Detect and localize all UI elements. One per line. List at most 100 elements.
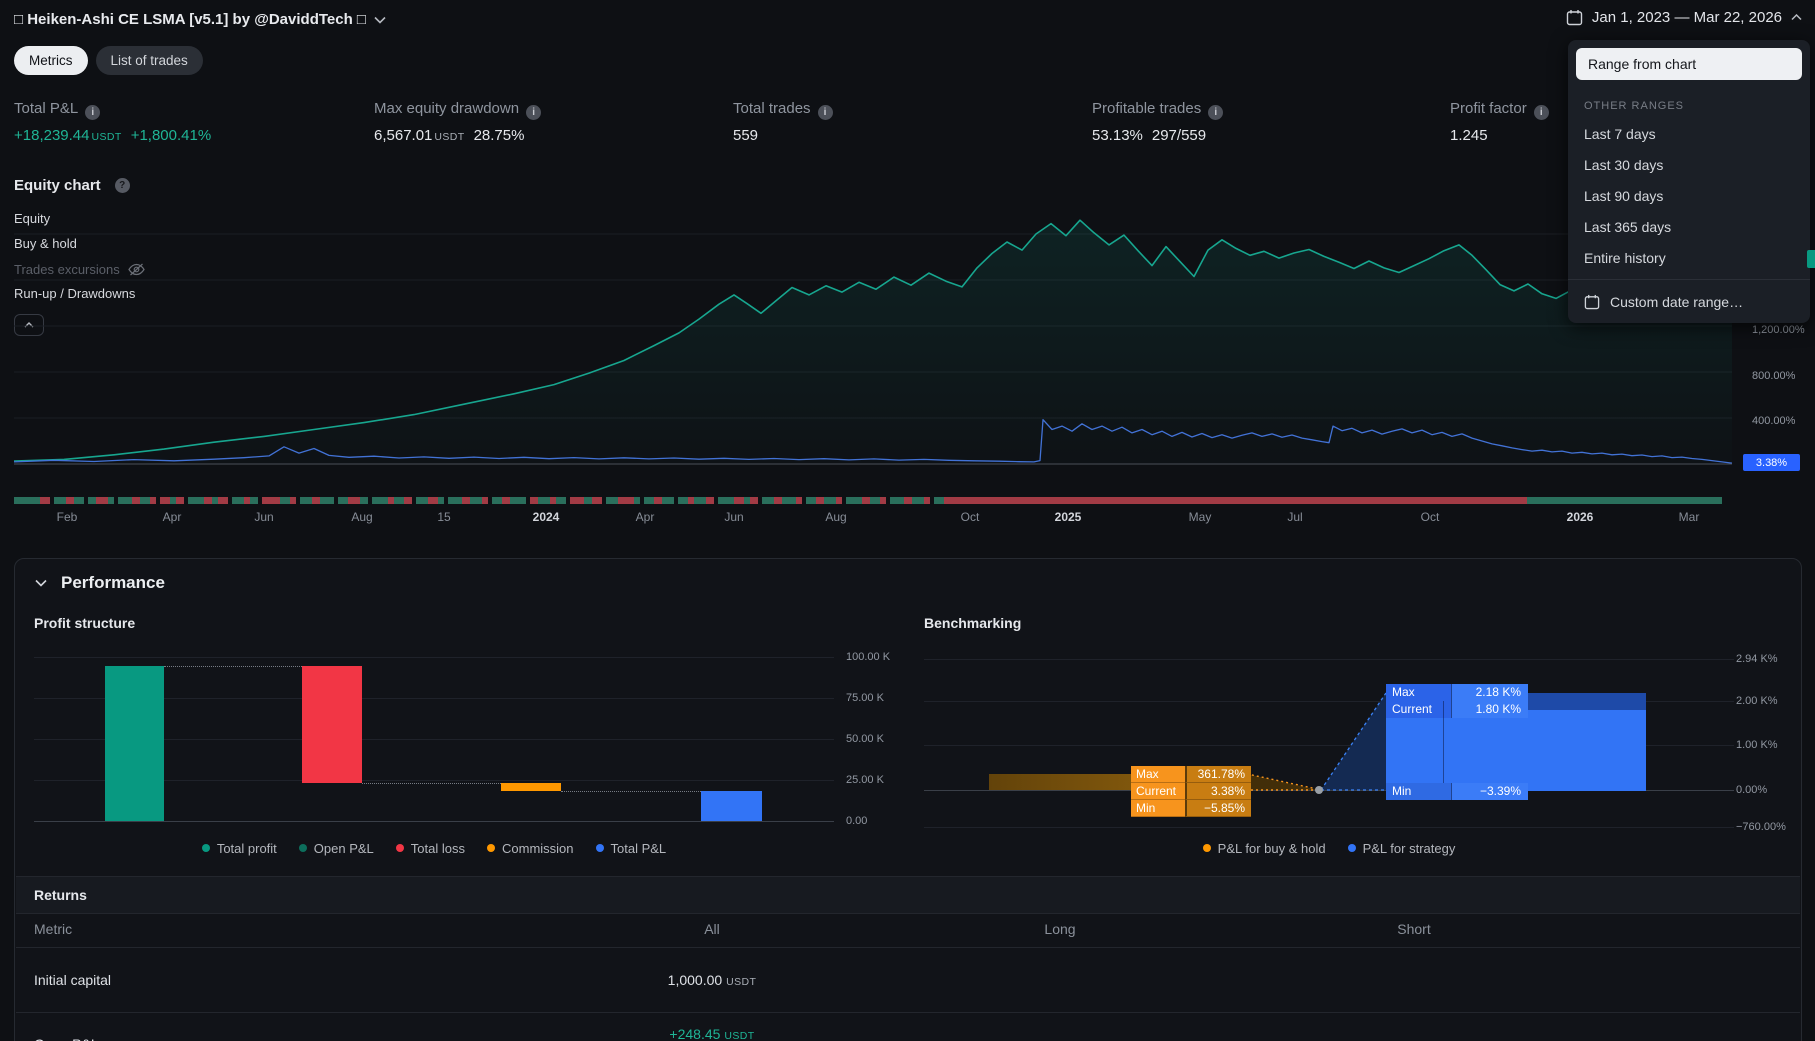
strategy-header[interactable]: □ Heiken-Ashi CE LSMA [v5.1] by @DaviddT… xyxy=(14,11,386,28)
trade-segment xyxy=(584,497,592,504)
legend-item-p-l-for-strategy[interactable]: P&L for strategy xyxy=(1347,841,1455,856)
waterfall-connector xyxy=(362,782,501,784)
gridline xyxy=(34,657,834,658)
x-axis-label: Oct xyxy=(1420,510,1440,524)
trade-segment xyxy=(734,497,744,504)
trade-segment xyxy=(280,497,290,504)
chevron-down-icon[interactable] xyxy=(374,16,386,24)
x-axis-label: Jul xyxy=(1287,510,1303,524)
date-range-button[interactable]: Jan 1, 2023 — Mar 22, 2026 xyxy=(1566,9,1802,26)
trade-segment xyxy=(132,497,140,504)
equity-price-badge xyxy=(1807,250,1815,268)
metric-label-row: Profitable trades i xyxy=(1092,100,1224,120)
performance-title: Performance xyxy=(61,573,165,592)
equity-chart[interactable] xyxy=(14,208,1732,468)
tooltip-value: 361.78% xyxy=(1185,766,1251,783)
info-icon[interactable]: i xyxy=(85,105,101,120)
profit-structure-y-axis: 100.00 K 75.00 K 50.00 K 25.00 K 0.00 xyxy=(846,645,916,827)
metric-value: 6,567.01 xyxy=(374,127,433,144)
trade-segment xyxy=(862,497,870,504)
calendar-icon xyxy=(1584,294,1600,309)
metric-unit: USDT xyxy=(91,131,122,143)
row-metric-label: Initial capital xyxy=(34,972,112,988)
trade-segment xyxy=(762,497,774,504)
performance-section-toggle[interactable]: Performance xyxy=(35,573,165,593)
trade-segment xyxy=(140,497,150,504)
trade-segment xyxy=(1527,497,1722,504)
legend-item-commission[interactable]: Commission xyxy=(487,841,574,856)
tooltip-value: 3.38% xyxy=(1185,783,1251,800)
trade-segment xyxy=(66,497,74,504)
equity-legend-item-trades-excursions[interactable]: Trades excursions xyxy=(14,262,145,277)
dropdown-item-entire-history[interactable]: Entire history xyxy=(1568,242,1810,273)
trade-segment xyxy=(912,497,924,504)
value-unit: USDT xyxy=(724,1030,755,1041)
legend-item-p-l-for-buy-hold[interactable]: P&L for buy & hold xyxy=(1202,841,1326,856)
metric-value-row: 53.13% 297/559 xyxy=(1092,127,1223,144)
trade-segment xyxy=(870,497,880,504)
equity-chart-title: Equity chart xyxy=(14,177,101,194)
info-icon[interactable]: i xyxy=(817,105,833,120)
equity-legend-item-buy-hold[interactable]: Buy & hold xyxy=(14,236,77,251)
trade-segment xyxy=(846,497,862,504)
equity-legend-item-equity[interactable]: Equity xyxy=(14,211,50,226)
dropdown-item-custom-date-range[interactable]: Custom date range… xyxy=(1568,286,1810,317)
trade-segment xyxy=(824,497,836,504)
buyhold-tooltip: Max 361.78% Current 3.38% Min −5.85% xyxy=(1131,766,1251,817)
legend-item-total-profit[interactable]: Total profit xyxy=(201,841,277,856)
x-axis-label: Oct xyxy=(960,510,980,524)
dropdown-item-last-7-days[interactable]: Last 7 days xyxy=(1568,118,1810,149)
legend-item-total-p-l[interactable]: Total P&L xyxy=(595,841,666,856)
trade-segment xyxy=(176,497,184,504)
tab-list-of-trades[interactable]: List of trades xyxy=(95,46,203,75)
metric-label: Total trades xyxy=(733,100,811,117)
x-axis-label: 2026 xyxy=(1566,510,1594,524)
equity-x-axis: Feb Apr Jun Aug 15 2024 Apr Jun Aug Oct 2025 May Jul… xyxy=(14,510,1732,528)
legend-item-open-p-l[interactable]: Open P&L xyxy=(298,841,374,856)
waterfall-connector xyxy=(561,791,701,793)
trade-segment xyxy=(678,497,688,504)
trade-segment xyxy=(470,497,482,504)
eye-off-icon[interactable] xyxy=(128,263,145,276)
returns-table-header: Metric All Long Short xyxy=(16,912,1800,948)
date-range-dropdown: Range from chart OTHER RANGES Last 7 day… xyxy=(1568,40,1810,323)
legend-item-total-loss[interactable]: Total loss xyxy=(395,841,465,856)
trade-segment xyxy=(934,497,944,504)
trade-segment xyxy=(416,497,428,504)
trade-segment xyxy=(694,497,706,504)
returns-section-header: Returns xyxy=(16,876,1800,914)
bar-total-profit xyxy=(105,666,164,821)
trade-segment xyxy=(160,497,170,504)
dropdown-item-last-365-days[interactable]: Last 365 days xyxy=(1568,211,1810,242)
metric-unit: USDT xyxy=(434,131,465,143)
trade-segment xyxy=(750,497,758,504)
trade-segment xyxy=(404,497,412,504)
metric-value-row: 559 xyxy=(733,127,833,144)
column-header-short: Short xyxy=(1397,921,1431,937)
metric-label: Total P&L xyxy=(14,100,79,117)
axis-tick-label: 50.00 K xyxy=(846,733,884,745)
info-icon[interactable]: i xyxy=(1533,105,1549,120)
metric-label: Profit factor xyxy=(1450,100,1527,117)
info-icon[interactable]: i xyxy=(1208,105,1224,120)
tooltip-value: −3.39% xyxy=(1450,783,1528,800)
legend-dot xyxy=(487,844,495,852)
info-icon[interactable]: i xyxy=(526,105,542,120)
equity-legend-item-run-up-drawdowns[interactable]: Run-up / Drawdowns xyxy=(14,286,135,301)
trade-segment xyxy=(718,497,734,504)
trade-segment xyxy=(462,497,470,504)
trade-segment xyxy=(338,497,348,504)
trade-segment xyxy=(428,497,438,504)
trade-segment xyxy=(250,497,258,504)
help-icon[interactable]: ? xyxy=(114,178,130,193)
performance-card: Performance Profit structure 100.00 K 75.… xyxy=(14,558,1802,1041)
tab-metrics[interactable]: Metrics xyxy=(14,46,88,75)
tab-bar: Metrics List of trades xyxy=(14,46,203,75)
tooltip-value: 2.18 K% xyxy=(1450,683,1528,701)
dropdown-item-last-30-days[interactable]: Last 30 days xyxy=(1568,149,1810,180)
dropdown-item-range-from-chart[interactable]: Range from chart xyxy=(1576,48,1802,80)
dropdown-item-last-90-days[interactable]: Last 90 days xyxy=(1568,180,1810,211)
metric-extra: +1,800.41% xyxy=(130,127,212,144)
chevron-up-icon xyxy=(1791,14,1802,21)
legend-dot xyxy=(1202,844,1211,852)
